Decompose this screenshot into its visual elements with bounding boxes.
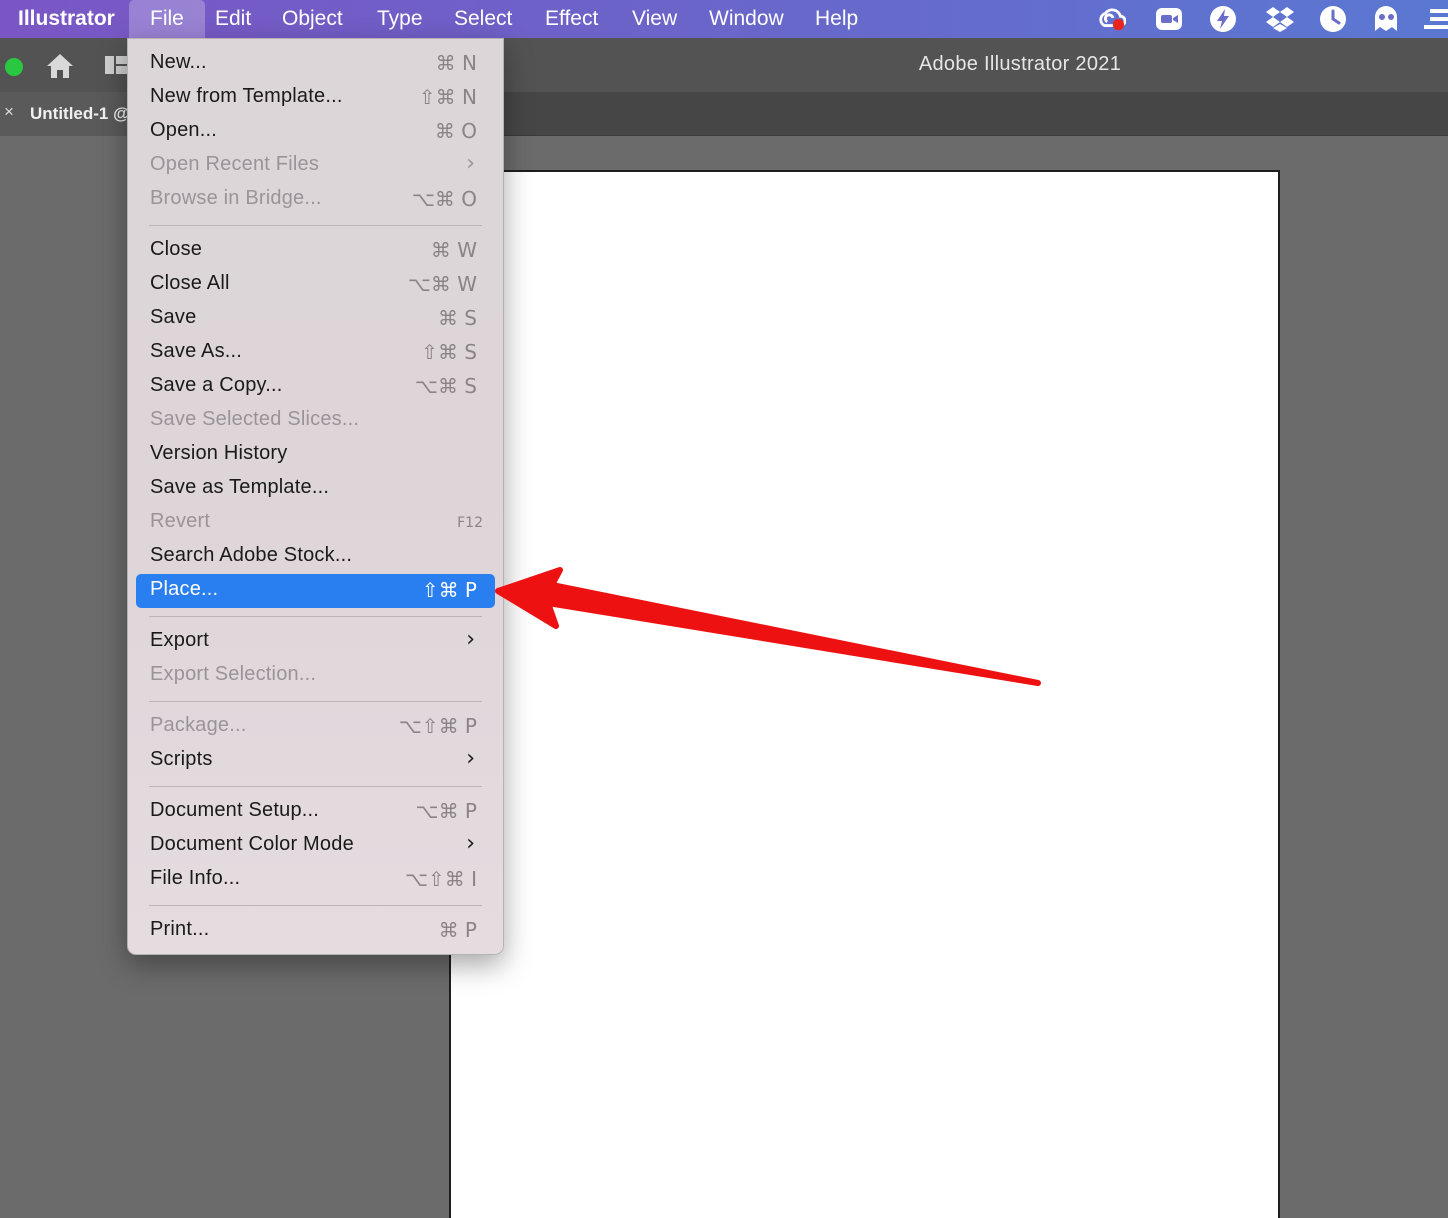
menu-item-label: New from Template... bbox=[150, 85, 343, 107]
menu-item-shortcut: ⌘ P bbox=[438, 918, 477, 942]
menu-item-shortcut: ⌘ S bbox=[437, 306, 477, 330]
menu-item-label: Browse in Bridge... bbox=[150, 187, 322, 209]
menu-item-label: Save as Template... bbox=[150, 476, 330, 498]
menu-item-open[interactable]: Open... ⌘ O bbox=[136, 115, 495, 149]
menu-separator bbox=[149, 905, 482, 906]
menu-item-label: Document Color Mode bbox=[150, 833, 354, 855]
menu-item-open-recent-files: Open Recent Files › bbox=[136, 149, 495, 183]
creative-cloud-icon[interactable] bbox=[1096, 5, 1126, 33]
dropbox-icon[interactable] bbox=[1265, 5, 1295, 33]
menu-item-label: Open Recent Files bbox=[150, 153, 320, 175]
chevron-right-icon: › bbox=[466, 627, 475, 652]
menu-item-shortcut: ⌘ O bbox=[434, 119, 477, 143]
menu-item-shortcut: ⌥⇧⌘ I bbox=[404, 867, 477, 891]
menu-item-shortcut: ⌥⌘ P bbox=[415, 799, 477, 823]
notes-icon[interactable] bbox=[1422, 5, 1448, 33]
menu-item-new[interactable]: New... ⌘ N bbox=[136, 47, 495, 81]
close-tab-icon[interactable]: × bbox=[4, 102, 14, 122]
chevron-right-icon: › bbox=[466, 151, 475, 176]
menu-item-label: Package... bbox=[150, 714, 247, 736]
menu-item-label: File Info... bbox=[150, 867, 241, 889]
menu-item-shortcut: ⌥⌘ O bbox=[411, 187, 477, 211]
menu-select[interactable]: Select bbox=[454, 0, 512, 38]
menu-item-label: Close All bbox=[150, 272, 230, 294]
bolt-icon[interactable] bbox=[1208, 5, 1238, 33]
menu-item-scripts[interactable]: Scripts › bbox=[136, 744, 495, 778]
menu-item-label: Scripts bbox=[150, 748, 213, 770]
document-tab-title: Untitled-1 @ bbox=[30, 104, 130, 123]
menu-file[interactable]: File bbox=[129, 0, 205, 38]
menu-item-document-color-mode[interactable]: Document Color Mode › bbox=[136, 829, 495, 863]
menu-item-export-selection: Export Selection... bbox=[136, 659, 495, 693]
menu-item-label: Version History bbox=[150, 442, 288, 464]
menu-item-label: Search Adobe Stock... bbox=[150, 544, 353, 566]
file-menu-dropdown: New... ⌘ N New from Template... ⇧⌘ N Ope… bbox=[127, 38, 504, 955]
artboard[interactable] bbox=[449, 170, 1280, 1218]
menu-item-shortcut: ⌥⌘ W bbox=[407, 272, 477, 296]
menu-help[interactable]: Help bbox=[815, 0, 858, 38]
menu-item-label: Save bbox=[150, 306, 197, 328]
home-icon[interactable] bbox=[44, 51, 76, 81]
chevron-right-icon: › bbox=[466, 831, 475, 856]
menu-item-save-a-copy[interactable]: Save a Copy... ⌥⌘ S bbox=[136, 370, 495, 404]
menu-item-shortcut: ⌘ N bbox=[435, 51, 477, 75]
menu-item-save-selected-slices: Save Selected Slices... bbox=[136, 404, 495, 438]
menu-window[interactable]: Window bbox=[709, 0, 784, 38]
menu-item-label: Save As... bbox=[150, 340, 243, 362]
menu-item-label: Close bbox=[150, 238, 203, 260]
chevron-right-icon: › bbox=[466, 746, 475, 771]
menu-object[interactable]: Object bbox=[282, 0, 343, 38]
menu-effect[interactable]: Effect bbox=[545, 0, 598, 38]
menu-item-document-setup[interactable]: Document Setup... ⌥⌘ P bbox=[136, 795, 495, 829]
menu-type[interactable]: Type bbox=[377, 0, 423, 38]
menu-item-package: Package... ⌥⇧⌘ P bbox=[136, 710, 495, 744]
menu-item-shortcut: ⌘ W bbox=[430, 238, 477, 262]
menu-item-browse-in-bridge: Browse in Bridge... ⌥⌘ O bbox=[136, 183, 495, 217]
menu-item-shortcut: ⇧⌘ P bbox=[421, 578, 477, 602]
menu-item-version-history[interactable]: Version History bbox=[136, 438, 495, 472]
menu-item-label: Export bbox=[150, 629, 210, 651]
menu-bar: Illustrator File Edit Object Type Select… bbox=[0, 0, 1448, 38]
menu-item-file-info[interactable]: File Info... ⌥⇧⌘ I bbox=[136, 863, 495, 897]
menu-item-export[interactable]: Export › bbox=[136, 625, 495, 659]
menu-separator bbox=[149, 616, 482, 617]
menu-item-close[interactable]: Close ⌘ W bbox=[136, 234, 495, 268]
ghost-icon[interactable] bbox=[1371, 5, 1401, 33]
workspace-switcher-icon[interactable] bbox=[104, 54, 128, 76]
menu-item-print[interactable]: Print... ⌘ P bbox=[136, 914, 495, 948]
menu-item-shortcut: ⇧⌘ S bbox=[421, 340, 477, 364]
window-zoom-button[interactable] bbox=[5, 58, 23, 76]
menu-item-save-as[interactable]: Save As... ⇧⌘ S bbox=[136, 336, 495, 370]
menu-app-illustrator[interactable]: Illustrator bbox=[18, 0, 115, 38]
menu-item-shortcut: ⇧⌘ N bbox=[418, 85, 477, 109]
menu-separator bbox=[149, 786, 482, 787]
menu-separator bbox=[149, 701, 482, 702]
menu-item-label: Save Selected Slices... bbox=[150, 408, 360, 430]
menu-item-label: Place... bbox=[150, 578, 219, 600]
menu-item-shortcut: ⌥⌘ S bbox=[414, 374, 477, 398]
menu-item-label: Print... bbox=[150, 918, 210, 940]
menu-item-label: Document Setup... bbox=[150, 799, 320, 821]
menu-separator bbox=[149, 225, 482, 226]
clock-icon[interactable] bbox=[1318, 5, 1348, 33]
menu-item-label: Export Selection... bbox=[150, 663, 317, 685]
menu-edit[interactable]: Edit bbox=[215, 0, 251, 38]
menu-item-revert: Revert F12 bbox=[136, 506, 495, 540]
menu-item-label: Revert bbox=[150, 510, 211, 532]
window-title: Adobe Illustrator 2021 bbox=[918, 53, 1122, 75]
menu-item-shortcut: F12 bbox=[457, 515, 483, 531]
menu-item-new-from-template[interactable]: New from Template... ⇧⌘ N bbox=[136, 81, 495, 115]
menu-item-search-adobe-stock[interactable]: Search Adobe Stock... bbox=[136, 540, 495, 574]
menu-item-shortcut: ⌥⇧⌘ P bbox=[398, 714, 477, 738]
menu-item-save[interactable]: Save ⌘ S bbox=[136, 302, 495, 336]
menu-item-label: Save a Copy... bbox=[150, 374, 283, 396]
menu-item-label: New... bbox=[150, 51, 207, 73]
menu-item-close-all[interactable]: Close All ⌥⌘ W bbox=[136, 268, 495, 302]
zoom-icon[interactable] bbox=[1154, 5, 1184, 33]
menu-item-save-as-template[interactable]: Save as Template... bbox=[136, 472, 495, 506]
menu-item-place[interactable]: Place... ⇧⌘ P bbox=[136, 574, 495, 608]
menu-view[interactable]: View bbox=[632, 0, 677, 38]
document-tab[interactable]: × Untitled-1 @ bbox=[0, 92, 140, 136]
menu-item-label: Open... bbox=[150, 119, 217, 141]
